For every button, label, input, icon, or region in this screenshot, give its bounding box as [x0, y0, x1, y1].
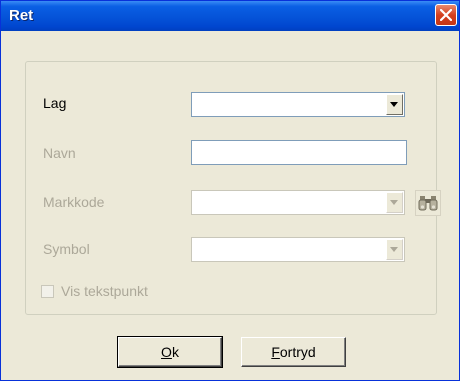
markkode-combobox[interactable]: [191, 190, 405, 215]
lag-combobox[interactable]: [191, 92, 405, 117]
ok-label: Ok: [161, 344, 179, 360]
find-markkode-button[interactable]: [415, 190, 441, 216]
lag-dropdown-button[interactable]: [386, 94, 403, 115]
markkode-dropdown-button[interactable]: [386, 192, 403, 213]
close-button[interactable]: [435, 4, 457, 26]
title-bar[interactable]: Ret: [1, 1, 459, 31]
markkode-label: Markkode: [43, 194, 105, 210]
symbol-dropdown-button[interactable]: [386, 239, 403, 260]
close-icon: [440, 9, 452, 21]
ok-button[interactable]: Ok: [117, 336, 223, 368]
symbol-combobox[interactable]: [191, 237, 405, 262]
vis-tekstpunkt-checkbox[interactable]: [41, 285, 54, 298]
symbol-label: Symbol: [43, 241, 90, 257]
binoculars-icon: [418, 196, 438, 211]
vis-tekstpunkt-label: Vis tekstpunkt: [61, 283, 148, 299]
lag-label: Lag: [43, 95, 67, 111]
chevron-down-icon: [390, 102, 398, 107]
dialog-window: Ret Lag Navn Markkode Symbol Vis tekstpu…: [0, 0, 460, 381]
cancel-button[interactable]: Fortryd: [241, 337, 346, 367]
navn-input[interactable]: [191, 140, 407, 165]
navn-label: Navn: [43, 145, 76, 161]
chevron-down-icon: [390, 247, 398, 252]
cancel-label: Fortryd: [271, 344, 316, 360]
chevron-down-icon: [390, 200, 398, 205]
window-title: Ret: [9, 7, 34, 24]
